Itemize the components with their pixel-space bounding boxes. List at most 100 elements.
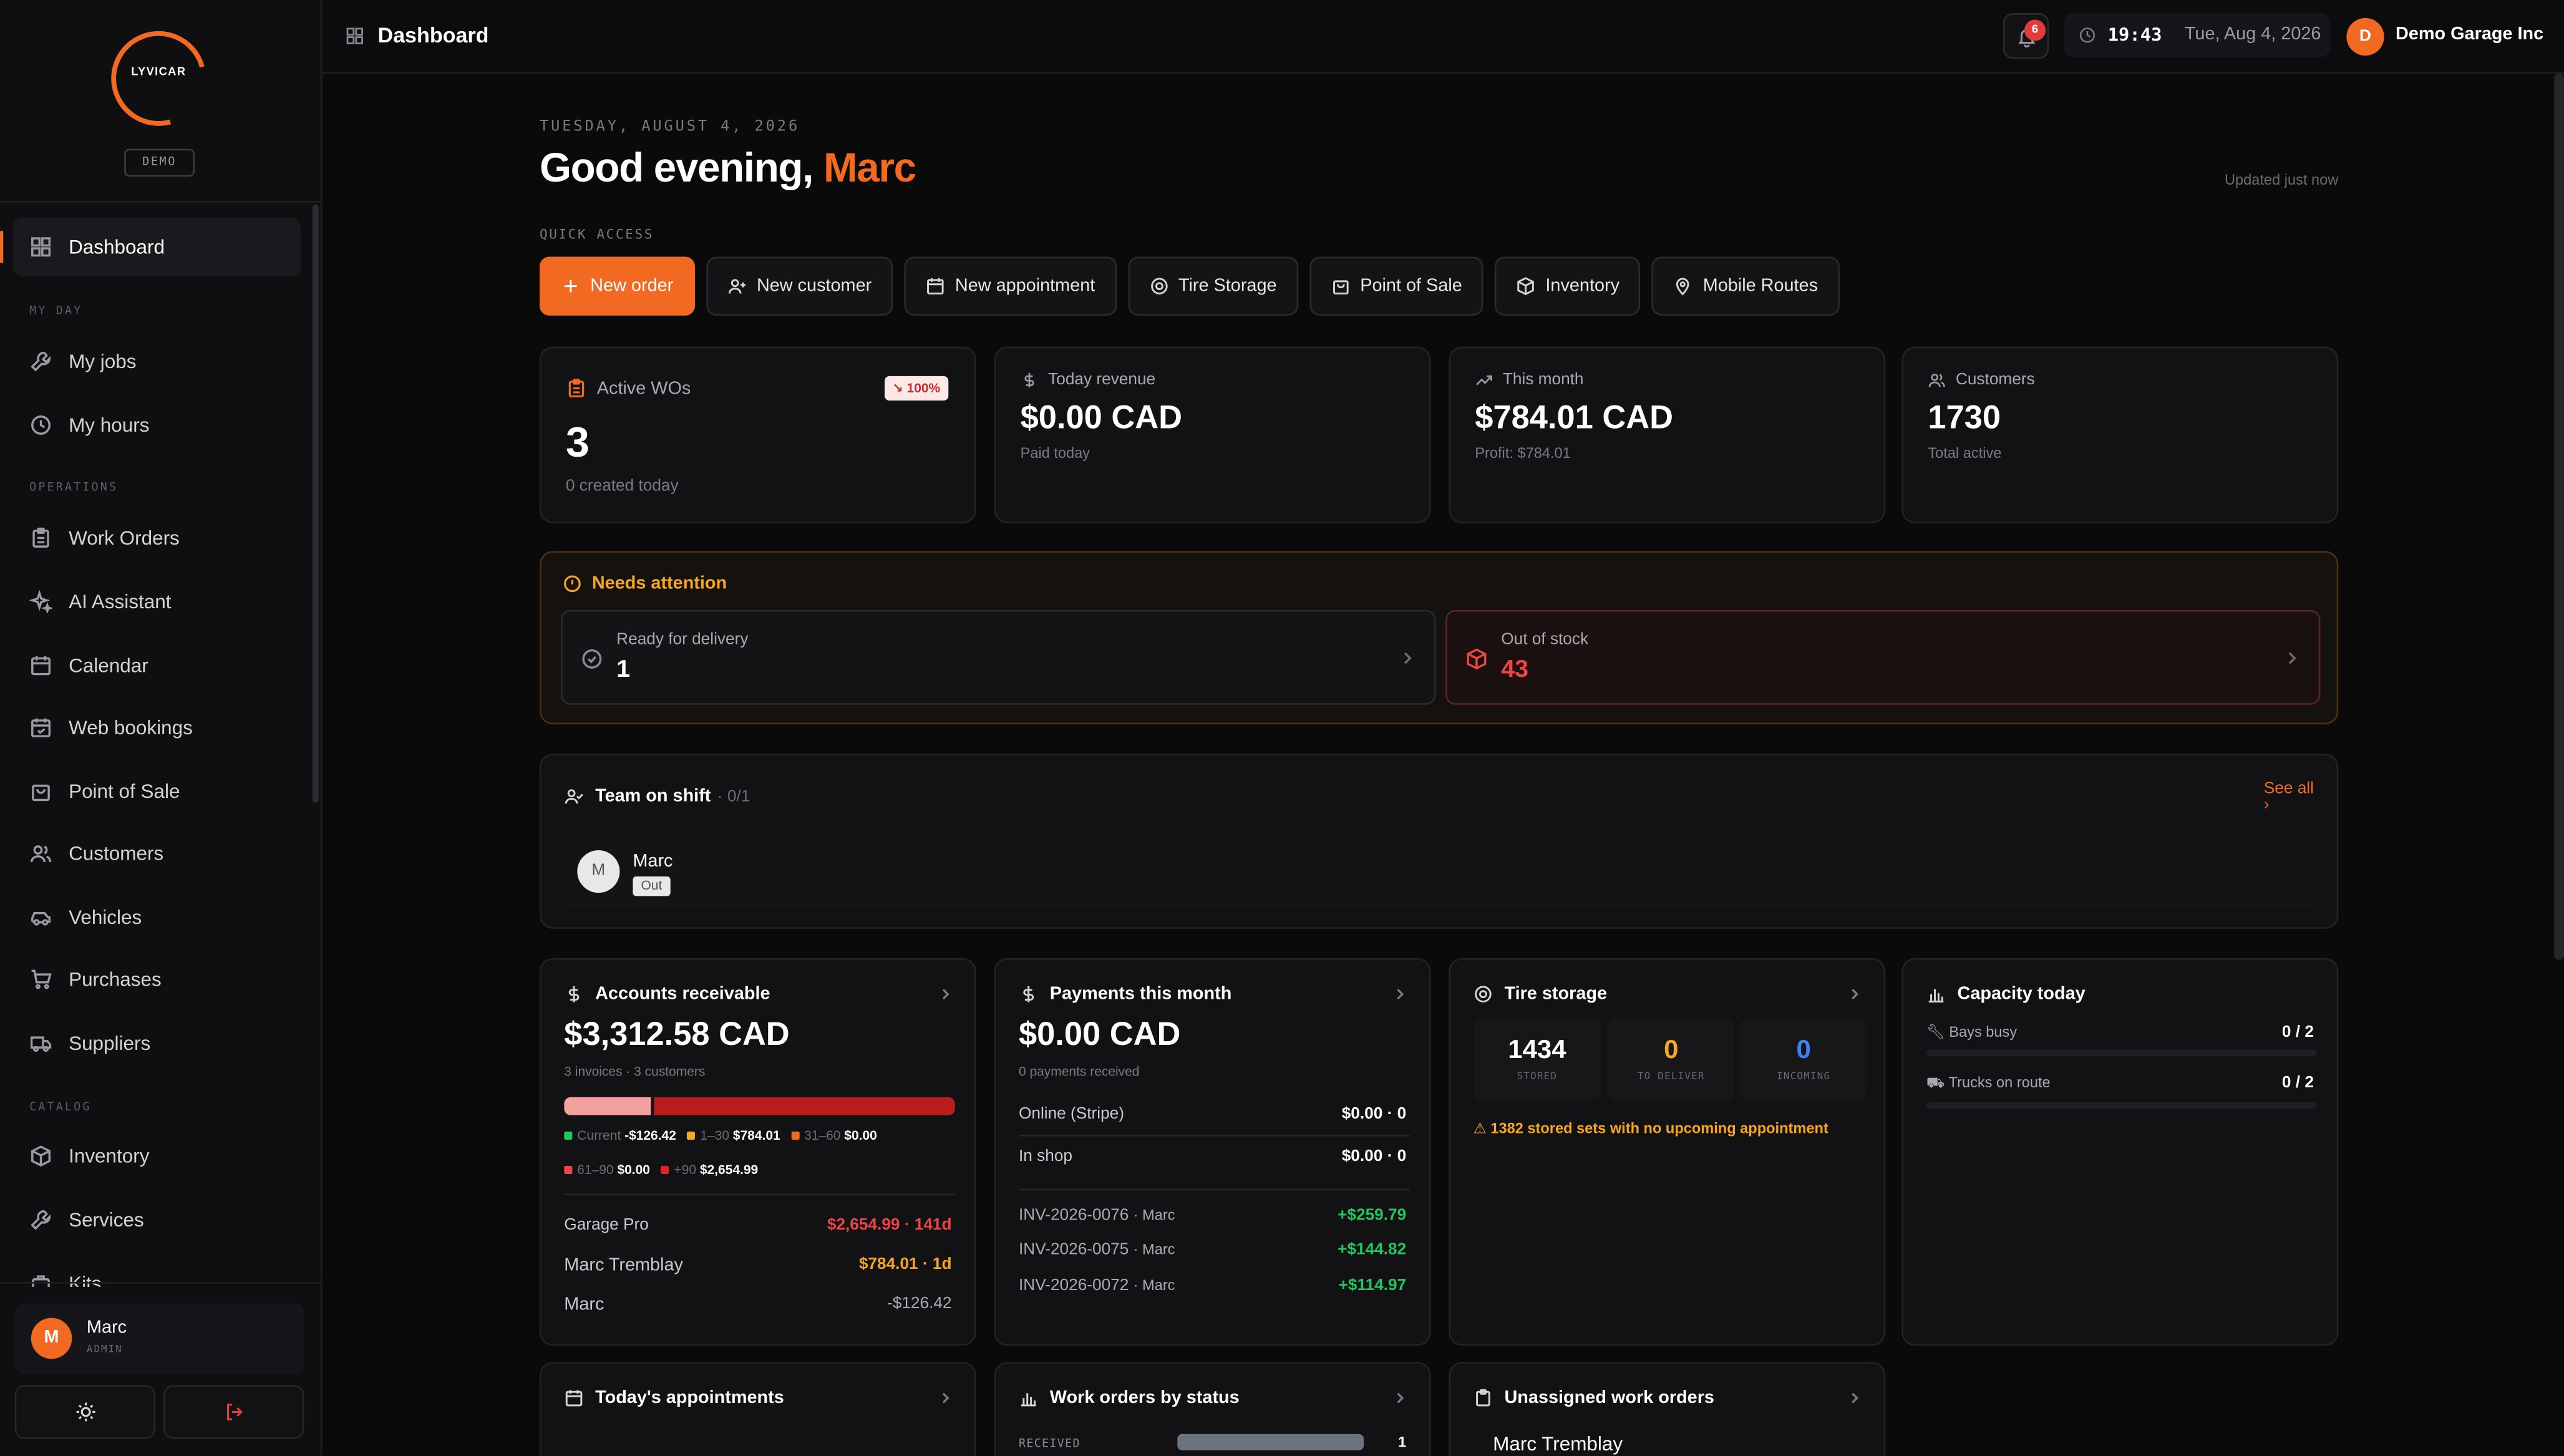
notifications-button[interactable]: 6: [2003, 12, 2049, 59]
sidebar-item-suppliers[interactable]: Suppliers: [13, 1014, 301, 1072]
sidebar-item-label: AI Assistant: [69, 590, 172, 613]
work-orders-by-status-card[interactable]: Work orders by status RECEIVED 1: [994, 1362, 1431, 1456]
chevron-right-icon[interactable]: [1848, 1392, 1861, 1405]
logout-icon: [226, 1404, 242, 1420]
kpi-label: This month: [1475, 371, 1584, 389]
car-icon: [31, 911, 51, 926]
kpi-customers[interactable]: Customers 1730 Total active: [1901, 346, 2339, 523]
sidebar-item-dashboard[interactable]: Dashboard: [0, 217, 301, 276]
sidebar-item-work-orders[interactable]: Work Orders: [13, 508, 301, 567]
sidebar-item-vehicles[interactable]: Vehicles: [13, 888, 301, 946]
capacity-value: 0 / 2: [2281, 1074, 2314, 1092]
cart-icon: [31, 969, 52, 989]
sidebar-item-customers[interactable]: Customers: [13, 824, 301, 883]
chevron-right-icon[interactable]: [939, 1392, 952, 1405]
button-label: New order: [590, 276, 674, 296]
button-label: Tire Storage: [1178, 276, 1277, 296]
dollar-icon: [568, 986, 580, 1002]
see-all-link[interactable]: See all ›: [2264, 780, 2314, 814]
needs-attention-title: Needs attention: [563, 574, 727, 593]
sidebar-item-my-hours[interactable]: My hours: [13, 396, 301, 454]
kpi-this-month[interactable]: This month $784.01 CAD Profit: $784.01: [1449, 346, 1886, 523]
main-scrollbar[interactable]: [2554, 73, 2564, 960]
bays-progress-bar: [1926, 1049, 2318, 1057]
mobile-routes-button[interactable]: Mobile Routes: [1652, 256, 1840, 316]
inventory-button[interactable]: Inventory: [1495, 256, 1641, 316]
map-pin-icon: [1676, 278, 1690, 296]
org-name[interactable]: Demo Garage Inc: [2396, 24, 2543, 44]
package-icon: [1467, 648, 1487, 670]
clock-icon: [2079, 27, 2095, 43]
logout-button[interactable]: [163, 1385, 304, 1439]
clipboard-icon: [32, 527, 49, 548]
new-appointment-button[interactable]: New appointment: [904, 256, 1117, 316]
ar-row-value: -$126.42: [887, 1294, 952, 1313]
ar-row-value: $2,654.99 · 141d: [827, 1216, 952, 1235]
payments-sub: 0 payments received: [1018, 1064, 1140, 1079]
invoice-row[interactable]: INV-2026-0076 · Marc +$259.79: [1019, 1206, 1406, 1225]
package-icon: [31, 1145, 51, 1167]
payments-this-month-card[interactable]: Payments this month $0.00 CAD 0 payments…: [994, 958, 1431, 1346]
ar-row[interactable]: Marc Tremblay $784.01 · 1d: [564, 1256, 951, 1275]
truck-icon: [30, 1036, 52, 1052]
invoice-row[interactable]: INV-2026-0072 · Marc +$114.97: [1019, 1277, 1406, 1295]
quick-access-label: QUICK ACCESS: [539, 227, 654, 242]
team-member-row[interactable]: M Marc Out: [561, 833, 2319, 910]
ar-row[interactable]: Garage Pro $2,654.99 · 141d: [564, 1216, 951, 1235]
capacity-label: Trucks on route: [1948, 1074, 2051, 1091]
stat-label: STORED: [1517, 1070, 1558, 1083]
sidebar-item-inventory[interactable]: Inventory: [13, 1127, 301, 1185]
chevron-right-icon[interactable]: [1848, 988, 1861, 1001]
new-order-button[interactable]: New order: [539, 256, 695, 316]
sidebar-item-ai-assistant[interactable]: AI Assistant: [13, 572, 301, 631]
theme-toggle-button[interactable]: [14, 1385, 156, 1439]
invoice-row[interactable]: INV-2026-0075 · Marc +$144.82: [1019, 1241, 1406, 1259]
sidebar-item-purchases[interactable]: Purchases: [13, 950, 301, 1009]
avatar: M: [31, 1318, 72, 1359]
chevron-right-icon[interactable]: [1393, 988, 1406, 1001]
clock-icon: [31, 415, 51, 435]
sidebar-item-my-jobs[interactable]: My jobs: [13, 332, 301, 391]
sidebar-item-label: Purchases: [69, 968, 162, 991]
invoice-id: INV-2026-0076: [1018, 1206, 1129, 1225]
sun-icon: [75, 1402, 95, 1422]
calendar-check-icon: [31, 718, 51, 737]
sidebar-item-label: Suppliers: [69, 1031, 151, 1055]
unassigned-work-orders-card[interactable]: Unassigned work orders Marc Tremblay: [1449, 1362, 1886, 1456]
alert-circle-icon: [564, 575, 581, 593]
chevron-right-icon[interactable]: [939, 988, 952, 1001]
org-avatar[interactable]: D: [2346, 17, 2384, 56]
ar-row[interactable]: Marc -$126.42: [564, 1295, 951, 1314]
unassigned-first-customer[interactable]: Marc Tremblay: [1493, 1432, 1623, 1455]
stat-value: 0: [1664, 1036, 1679, 1065]
sidebar-item-point-of-sale[interactable]: Point of Sale: [13, 762, 301, 820]
point-of-sale-button[interactable]: Point of Sale: [1309, 256, 1484, 316]
sidebar-item-web-bookings[interactable]: Web bookings: [13, 698, 301, 757]
out-of-stock-tile[interactable]: Out of stock 43: [1445, 609, 2321, 705]
kpi-label-text: Customers: [1955, 371, 2035, 389]
clipboard-icon: [568, 379, 585, 397]
ready-for-delivery-tile[interactable]: Ready for delivery 1: [561, 609, 1436, 705]
sidebar-scrollbar[interactable]: [312, 204, 319, 803]
shopping-bag-icon: [1333, 280, 1349, 294]
user-card[interactable]: M Marc ADMIN: [14, 1303, 304, 1374]
todays-appointments-card[interactable]: Today's appointments: [539, 1362, 976, 1456]
chevron-right-icon: [1404, 652, 1412, 664]
check-circle-icon: [582, 649, 602, 669]
kpi-active-wos[interactable]: Active WOs ↘ 100% 3 0 created today: [539, 346, 976, 523]
wo-status-title-text: Work orders by status: [1049, 1388, 1240, 1408]
demo-badge: DEMO: [124, 148, 195, 177]
sidebar-item-services[interactable]: Services: [13, 1190, 301, 1249]
tire-storage-button[interactable]: Tire Storage: [1127, 256, 1298, 316]
sidebar-item-label: My hours: [69, 414, 150, 437]
kpi-today-revenue[interactable]: Today revenue $0.00 CAD Paid today: [994, 346, 1431, 523]
kpi-sub: 0 created today: [565, 477, 679, 496]
chevron-right-icon[interactable]: [1393, 1392, 1406, 1405]
kpi-value: 1730: [1928, 400, 2001, 437]
sidebar-item-calendar[interactable]: Calendar: [13, 636, 301, 695]
new-customer-button[interactable]: New customer: [706, 256, 893, 316]
button-label: Point of Sale: [1360, 276, 1462, 296]
tire-storage-card[interactable]: Tire storage 1434 STORED 0 TO DELIVER 0 …: [1449, 958, 1886, 1346]
button-label: New customer: [756, 276, 872, 296]
accounts-receivable-card[interactable]: Accounts receivable $3,312.58 CAD 3 invo…: [539, 958, 976, 1346]
